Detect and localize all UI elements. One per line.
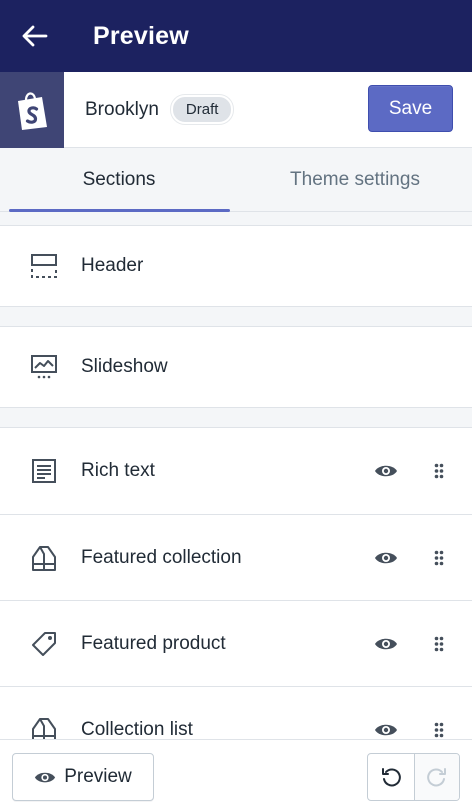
- section-item-featured-collection[interactable]: Featured collection: [0, 514, 472, 600]
- eye-icon[interactable]: [374, 547, 398, 569]
- tab-sections-label: Sections: [82, 169, 156, 190]
- drag-handle-icon[interactable]: [432, 636, 446, 652]
- arrow-left-icon: [22, 25, 48, 47]
- active-tab-indicator: [9, 209, 230, 212]
- eye-icon[interactable]: [374, 719, 398, 741]
- slideshow-icon: [29, 352, 59, 382]
- undo-button[interactable]: [368, 754, 414, 800]
- theme-name: Brooklyn: [85, 98, 159, 120]
- theme-bar: Brooklyn Draft Save: [0, 71, 472, 148]
- redo-button[interactable]: [413, 754, 459, 800]
- tab-sections[interactable]: Sections: [0, 149, 238, 212]
- section-label: Slideshow: [81, 356, 168, 377]
- status-badge: Draft: [170, 95, 234, 124]
- tab-theme-settings[interactable]: Theme settings: [238, 149, 472, 211]
- drag-handle-icon[interactable]: [432, 463, 446, 479]
- redo-icon: [426, 768, 446, 787]
- section-item-header[interactable]: Header: [0, 226, 472, 306]
- save-button[interactable]: Save: [368, 85, 453, 132]
- header-section-group: Header: [0, 225, 472, 307]
- tag-icon: [29, 629, 59, 659]
- eye-icon[interactable]: [374, 460, 398, 482]
- section-label: Rich text: [81, 460, 155, 481]
- section-label: Featured product: [81, 632, 226, 654]
- preview-button-label: Preview: [64, 766, 132, 787]
- header-layout-icon: [29, 251, 59, 281]
- footer-bar: Preview: [0, 739, 472, 811]
- drag-handle-icon[interactable]: [432, 722, 446, 738]
- preview-button[interactable]: Preview: [12, 753, 154, 801]
- section-item-rich-text[interactable]: Rich text: [0, 428, 472, 514]
- top-bar: Preview: [0, 0, 472, 72]
- drag-handle-icon[interactable]: [432, 550, 446, 566]
- eye-icon[interactable]: [374, 633, 398, 655]
- back-button[interactable]: [0, 0, 70, 72]
- collection-icon: [29, 543, 59, 573]
- shopify-logo: [0, 71, 64, 148]
- undo-icon: [381, 768, 401, 787]
- tab-theme-settings-label: Theme settings: [290, 169, 420, 190]
- eye-icon: [35, 772, 56, 782]
- section-label: Header: [81, 255, 144, 276]
- section-item-slideshow[interactable]: Slideshow: [0, 327, 472, 407]
- history-controls: [367, 753, 460, 801]
- section-item-featured-product[interactable]: Featured product: [0, 600, 472, 686]
- section-label: Featured collection: [81, 546, 242, 568]
- sections-list: Rich text Featured collection Featured p…: [0, 427, 472, 772]
- tab-bar: Sections Theme settings: [0, 149, 472, 212]
- shopify-bag-icon: [18, 91, 47, 130]
- section-label: Collection list: [81, 718, 193, 740]
- page-title: Preview: [93, 21, 189, 50]
- slideshow-section-group: Slideshow: [0, 326, 472, 408]
- rich-text-icon: [29, 456, 59, 486]
